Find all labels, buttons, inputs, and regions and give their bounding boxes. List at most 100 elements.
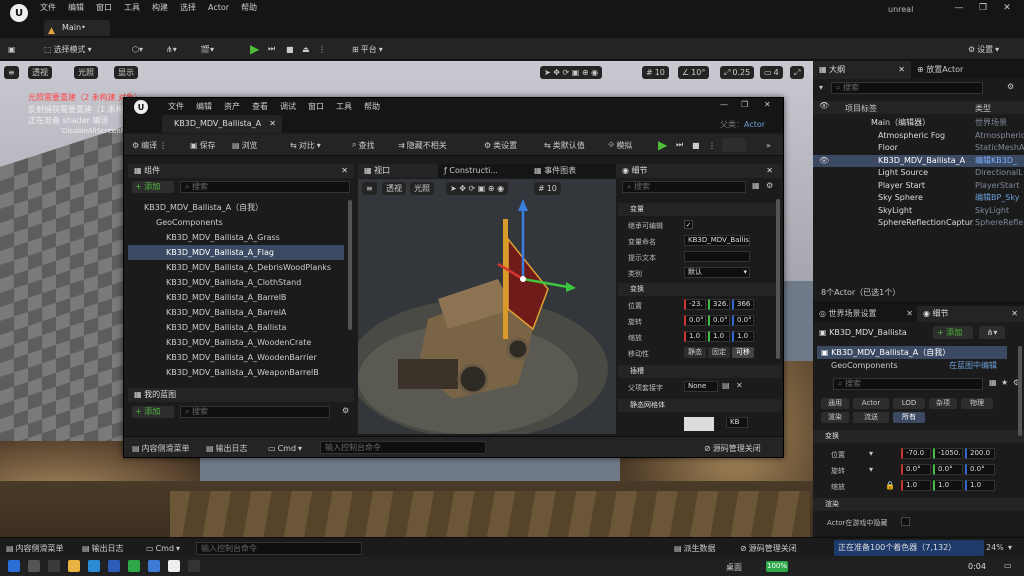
browse-button[interactable]: ▤ 浏览 [232,138,258,152]
menu-tools[interactable]: 工具 [124,2,140,13]
output-log-button[interactable]: ▤ 输出日志 [206,441,248,455]
actor-rotation-z[interactable]: 0.0° [965,464,995,475]
source-control-button[interactable]: ⊘ 源码管理关闭 [740,541,797,555]
mesh-thumbnail[interactable] [684,417,714,431]
parent-socket-field[interactable]: None [684,381,718,392]
filter-lod[interactable]: LOD [893,398,925,409]
menu-build[interactable]: 构建 [152,2,168,13]
bp-menu-file[interactable]: 文件 [168,101,184,112]
rotation-y[interactable]: 0.0° [708,315,730,326]
blueprint-editor-window[interactable]: U 文件 编辑 资产 查看 调试 窗口 工具 帮助 — ❐ ✕ KB3D_MDV… [123,97,784,458]
close-tab-icon[interactable]: ✕ [898,61,911,79]
column-type[interactable]: 类型 [975,103,991,114]
minimize-button[interactable]: — [950,3,968,17]
tree-root[interactable]: KB3D_MDV_Ballista_A（自我） [128,200,344,215]
variable-name-field[interactable]: KB3D_MDV_Ballista [684,235,750,246]
tree-item-barrela[interactable]: KB3D_MDV_Ballista_A_BarrelA [128,305,344,320]
simulate-button[interactable]: ⟐ 模拟 [608,138,632,152]
perspective-button[interactable]: 透视 [28,66,52,79]
notification-icon[interactable]: ▭ [1004,561,1012,570]
scale-z[interactable]: 1.0 [732,331,754,342]
filter-streaming[interactable]: 流送 [853,412,889,423]
bp-menu-view[interactable]: 查看 [252,101,268,112]
tooltip-field[interactable] [684,251,750,262]
rotation-z[interactable]: 0.0° [732,315,754,326]
actor-location-y[interactable]: -1050. [933,448,963,459]
mobility-movable[interactable]: 可移 [732,347,754,358]
section-socket[interactable]: 插槽 [618,365,781,378]
chrome-icon[interactable] [88,560,100,572]
outliner-row[interactable]: SkyLight SkyLight [813,205,1024,218]
bp-asset-tab[interactable]: KB3D_MDV_Ballista_A ✕ [162,115,282,133]
level-tab-main[interactable]: ▲ Main• [44,20,110,36]
rotation-dropdown-icon[interactable]: ▾ [869,465,873,474]
actor-scale-x[interactable]: 1.0 [901,480,931,491]
content-drawer-button[interactable]: ▤ 内容侧滑菜单 [6,541,64,555]
unreal2-taskbar-icon[interactable] [188,560,200,572]
hidden-in-game-checkbox[interactable] [901,517,910,526]
wechat-icon[interactable] [128,560,140,572]
bp-menu-tools[interactable]: 工具 [336,101,352,112]
tab-outliner[interactable]: ▦ 大纲 ✕ [813,61,911,79]
chevron-down-icon[interactable]: ▾ [1008,543,1012,552]
explorer-icon[interactable] [68,560,80,572]
bp-viewport-options-button[interactable]: ≡ [362,182,377,195]
outliner-filter-icon[interactable]: ▾ [819,83,823,92]
category-dropdown[interactable]: 默认 ▾ [684,267,750,278]
bp-menu-window[interactable]: 窗口 [308,101,324,112]
filter-physics[interactable]: 物理 [961,398,993,409]
content-drawer-button[interactable]: ▤ 内容侧滑菜单 [132,441,190,455]
actor-rotation-y[interactable]: 0.0° [933,464,963,475]
tab-details[interactable]: ◉ 细节 ✕ [616,164,781,178]
platform-dropdown[interactable]: ⊞ 平台 ▾ [352,42,383,56]
rotation-x[interactable]: 0.0° [684,315,706,326]
eye-icon[interactable]: 👁 [819,155,829,168]
desktop-label[interactable]: 桌面 [726,562,742,573]
close-tab-icon[interactable]: ✕ [906,306,917,322]
tab-world-settings[interactable]: ◎ 世界场景设置 ✕ [813,306,917,322]
section-transform[interactable]: 变换 [618,283,781,296]
tree-geocomponents[interactable]: GeoComponents [128,215,344,230]
class-settings-button[interactable]: ⚙ 类设置 [484,138,517,152]
gear-icon[interactable]: ⚙ [766,181,773,190]
scale-snap[interactable]: ⤢ 0.25 [720,66,755,79]
filter-all[interactable]: 所有 [893,412,925,423]
save-icon[interactable]: ▣ [8,42,16,56]
details-scrollbar[interactable] [1018,346,1022,436]
source-control-button[interactable]: ⊘ 源码管理关闭 [704,441,761,455]
maximize-button[interactable]: ❐ [974,3,992,17]
bp-menu-debug[interactable]: 调试 [280,101,296,112]
bp-transform-tools[interactable]: ➤ ✥ ⟳ ▣ ⊕ ◉ [446,182,509,195]
actor-rotation-x[interactable]: 0.0° [901,464,931,475]
outliner-row[interactable]: Player Start PlayerStart [813,180,1024,193]
tab-close-icon[interactable]: ✕ [269,115,276,133]
tab-place-actors[interactable]: ⊕ 放置Actor [911,61,1024,79]
outliner-search-input[interactable]: ⌕ 搜索 [831,82,983,94]
maximize-viewport-button[interactable]: ⤢ [790,66,805,79]
tree-item-clothstand[interactable]: KB3D_MDV_Ballista_A_ClothStand [128,275,344,290]
tree-item-barrier[interactable]: KB3D_MDV_Ballista_A_WoodenBarrier [128,350,344,365]
lock-icon[interactable]: 🔒 [885,481,895,490]
details-search-input[interactable]: ⌕ 搜索 [833,378,983,390]
details-tree-geo[interactable]: GeoComponents 在蓝图中编辑 [817,360,1007,372]
unreal-logo-icon[interactable]: U [10,4,28,22]
outliner-row[interactable]: Light Source DirectionalL [813,167,1024,180]
bp-menu-help[interactable]: 帮助 [364,101,380,112]
mesh-dropdown[interactable]: KB [726,417,748,428]
play-button[interactable]: ▶ [250,42,259,56]
bp-viewport[interactable]: ≡ 透视 光照 ➤ ✥ ⟳ ▣ ⊕ ◉ #10 [358,179,616,434]
gear-icon[interactable]: ⚙ [1007,82,1014,91]
angle-snap[interactable]: ∠ 10° [678,66,710,79]
tree-item-ballista[interactable]: KB3D_MDV_Ballista_A_Ballista [128,320,344,335]
close-details-icon[interactable]: ✕ [766,164,773,178]
view-options-icon[interactable]: ▦ [752,181,760,190]
eject-button[interactable]: ⏏ [302,42,310,56]
app-icon[interactable] [108,560,120,572]
menu-help[interactable]: 帮助 [241,2,257,13]
step-button[interactable]: ⏭ [268,42,275,56]
section-static-mesh[interactable]: 静态网格体 [618,399,781,412]
tree-item-flag[interactable]: KB3D_MDV_Ballista_A_Flag [128,245,344,260]
bp-minimize-button[interactable]: — [720,100,728,109]
menu-select[interactable]: 选择 [180,2,196,13]
star-icon[interactable]: ★ [1001,378,1008,387]
